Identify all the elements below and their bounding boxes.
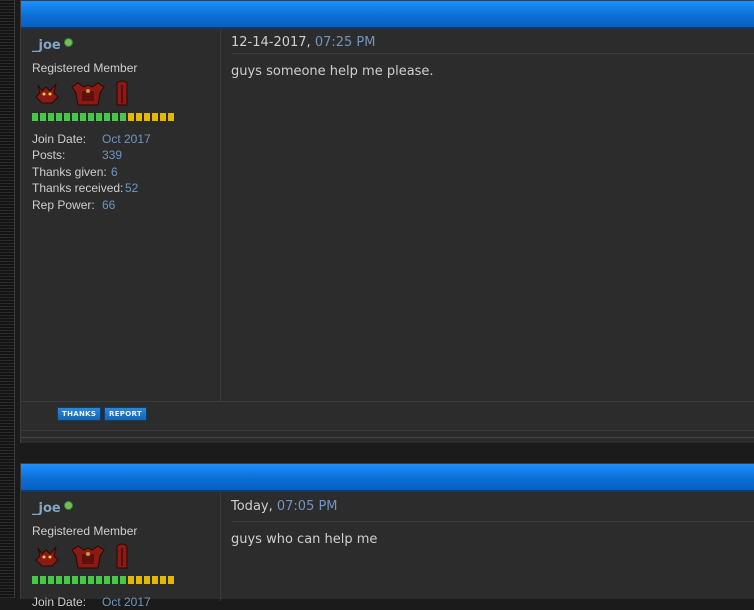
post-header-bar [21, 464, 754, 492]
reputation-bar [32, 113, 220, 121]
report-button[interactable]: REPORT [104, 407, 147, 421]
user-stats: Join Date: Oct 2017 Posts: 339 Thanks give… [32, 131, 220, 213]
user-info-panel: _joe Registered Member Join Date: Oct 20… [21, 29, 221, 401]
post-message: guys someone help me please. [231, 64, 434, 79]
devil-head-badge-icon [32, 542, 62, 570]
online-status-icon [63, 37, 73, 47]
post-time: 07:25 PM [314, 35, 376, 50]
post-date: 12-14-2017, 07:25 PM [231, 29, 754, 54]
red-totem-badge-icon [114, 542, 130, 570]
forum-post: _joe Registered Member Join Date: Oct 20… [20, 463, 754, 609]
post-date: Today, 07:05 PM [231, 492, 754, 522]
stat-thanks-given: Thanks given: 6 [32, 164, 118, 179]
page-side-stripe [0, 0, 14, 598]
stat-join-date: Join Date: Oct 2017 [32, 132, 151, 146]
stat-thanks-received: Thanks received: 52 [32, 181, 139, 196]
armor-badge-icon [70, 542, 106, 570]
post-message: guys who can help me [231, 532, 378, 547]
username-link[interactable]: _joe [32, 38, 61, 53]
user-stats: Join Date: Oct 2017 [32, 594, 220, 610]
user-title: Registered Member [32, 61, 138, 75]
message-panel: 12-14-2017, 07:25 PM guys someone help m… [221, 29, 754, 401]
user-badges [32, 79, 220, 107]
post-body: _joe Registered Member Join Date: Oct 20… [21, 29, 754, 401]
stat-rep-power: Rep Power: 66 [32, 197, 116, 212]
post-body: _joe Registered Member Join Date: Oct 20… [21, 492, 754, 609]
reputation-bar [32, 576, 220, 584]
page-side-divider [14, 0, 15, 598]
thanks-button[interactable]: THANKS [57, 407, 102, 421]
post-header-bar [21, 1, 754, 29]
user-badges [32, 542, 220, 570]
stat-join-date: Join Date: Oct 2017 [32, 595, 151, 609]
stat-posts: Posts: 339 [32, 148, 123, 163]
post-footer: THANKS REPORT [21, 401, 754, 430]
red-totem-badge-icon [114, 79, 130, 107]
forum-post: _joe Registered Member Join Date: Oct 20… [20, 0, 754, 443]
devil-head-badge-icon [32, 79, 62, 107]
armor-badge-icon [70, 79, 106, 107]
message-panel: Today, 07:05 PM guys who can help me [221, 492, 754, 601]
username-link[interactable]: _joe [32, 501, 61, 516]
post-bottom-bar [21, 430, 754, 438]
user-title: Registered Member [32, 524, 138, 538]
user-info-panel: _joe Registered Member Join Date: Oct 20… [21, 492, 221, 609]
online-status-icon [63, 500, 73, 510]
post-time: 07:05 PM [276, 499, 338, 514]
